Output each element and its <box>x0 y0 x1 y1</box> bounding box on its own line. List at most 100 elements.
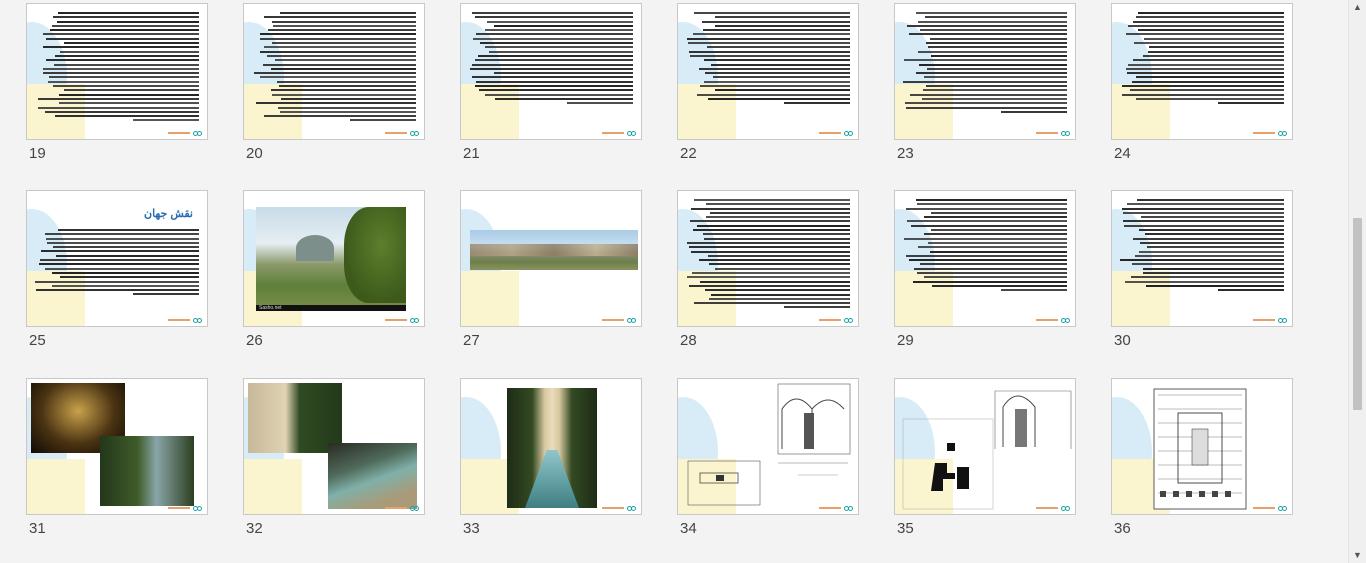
text-line <box>277 106 416 109</box>
text-line <box>57 20 199 23</box>
slide-text-block <box>469 12 633 107</box>
slide-footer <box>819 317 854 323</box>
slide-decoration <box>461 271 519 326</box>
slide-thumbnail[interactable]: نقش جهان <box>26 190 208 327</box>
text-line <box>708 97 850 100</box>
text-line <box>693 199 850 201</box>
text-line <box>493 24 633 27</box>
text-line <box>714 16 850 19</box>
slide-footer <box>1036 130 1071 136</box>
text-line <box>784 306 850 309</box>
text-line <box>928 241 1067 244</box>
slide-thumbnail[interactable] <box>26 378 208 515</box>
slide-text-block <box>1120 199 1284 294</box>
slide-thumbnail[interactable] <box>1111 378 1293 515</box>
slide-thumbnail[interactable] <box>26 3 208 140</box>
slide-thumbnail[interactable] <box>894 3 1076 140</box>
text-line <box>42 46 199 49</box>
text-line <box>475 59 633 62</box>
slide-thumbnail[interactable] <box>677 3 859 140</box>
scroll-up-icon[interactable]: ▲ <box>1352 2 1363 13</box>
text-line <box>63 89 199 92</box>
footer-line <box>385 132 407 134</box>
slide-text-block <box>903 199 1067 294</box>
slide-number: 29 <box>897 332 914 349</box>
slide-footer <box>602 505 637 511</box>
text-line <box>709 211 850 214</box>
slide-title: نقش جهان <box>143 208 193 220</box>
slide-thumbnail[interactable] <box>677 378 859 515</box>
text-line <box>55 54 199 57</box>
text-line <box>472 12 633 14</box>
text-line <box>40 250 199 253</box>
slide-thumbnail[interactable] <box>460 378 642 515</box>
text-line <box>689 54 850 57</box>
text-line <box>278 85 416 88</box>
text-line <box>253 72 416 75</box>
slide-thumbnail[interactable]: Sasho.net <box>243 190 425 327</box>
text-line <box>1149 46 1284 49</box>
text-line <box>1142 272 1284 275</box>
text-line <box>915 12 1067 14</box>
text-line <box>691 207 850 210</box>
slide-decoration <box>244 459 302 514</box>
text-line <box>1146 284 1284 287</box>
text-line <box>271 89 416 92</box>
scrollbar-thumb[interactable] <box>1353 218 1362 410</box>
slide-number: 28 <box>680 332 697 349</box>
slide-footer <box>168 317 203 323</box>
text-line <box>698 259 850 262</box>
slide-footer <box>168 130 203 136</box>
text-line <box>1133 237 1284 240</box>
slide-footer <box>819 505 854 511</box>
fountain-photo <box>507 388 597 508</box>
slide-thumbnail[interactable] <box>1111 3 1293 140</box>
slide-thumbnail[interactable] <box>894 190 1076 327</box>
slide-thumbnail[interactable] <box>677 190 859 327</box>
text-line <box>712 76 850 79</box>
slide-thumbnail[interactable] <box>243 378 425 515</box>
text-line <box>931 54 1067 57</box>
text-line <box>53 85 199 88</box>
text-line <box>698 67 850 70</box>
vertical-scrollbar[interactable]: ▲ ▼ <box>1348 0 1366 563</box>
scroll-down-icon[interactable]: ▼ <box>1352 550 1363 561</box>
text-line <box>133 293 199 296</box>
text-line <box>1132 20 1284 23</box>
text-line <box>255 102 416 105</box>
text-line <box>920 29 1067 32</box>
logo-icon <box>627 317 637 323</box>
slide-number: 36 <box>1114 520 1131 537</box>
text-line <box>37 97 199 100</box>
text-line <box>271 67 416 70</box>
text-line <box>58 12 199 14</box>
text-line <box>475 80 633 83</box>
text-line <box>1122 93 1284 96</box>
text-line <box>932 284 1067 287</box>
text-line <box>46 59 199 62</box>
slide-thumbnail[interactable] <box>243 3 425 140</box>
text-line <box>930 229 1067 232</box>
slide-number: 33 <box>463 520 480 537</box>
text-line <box>906 254 1067 257</box>
text-line <box>272 20 416 23</box>
slide-thumbnail[interactable] <box>894 378 1076 515</box>
slide-number: 32 <box>246 520 263 537</box>
caption-bar: Sasho.net <box>256 305 406 311</box>
slide-thumbnail[interactable] <box>1111 190 1293 327</box>
text-line <box>700 85 850 88</box>
text-line <box>1132 80 1284 83</box>
text-line <box>52 284 199 287</box>
text-line <box>1124 224 1284 227</box>
text-line <box>1147 246 1284 249</box>
slide-thumbnail[interactable] <box>460 190 642 327</box>
slide-thumbnail[interactable] <box>460 3 642 140</box>
logo-icon <box>627 130 637 136</box>
text-line <box>473 37 633 40</box>
slide-footer <box>602 317 637 323</box>
text-line <box>915 199 1067 201</box>
text-line <box>259 33 416 36</box>
text-line <box>38 106 199 109</box>
logo-icon <box>844 317 854 323</box>
footer-line <box>1253 132 1275 134</box>
